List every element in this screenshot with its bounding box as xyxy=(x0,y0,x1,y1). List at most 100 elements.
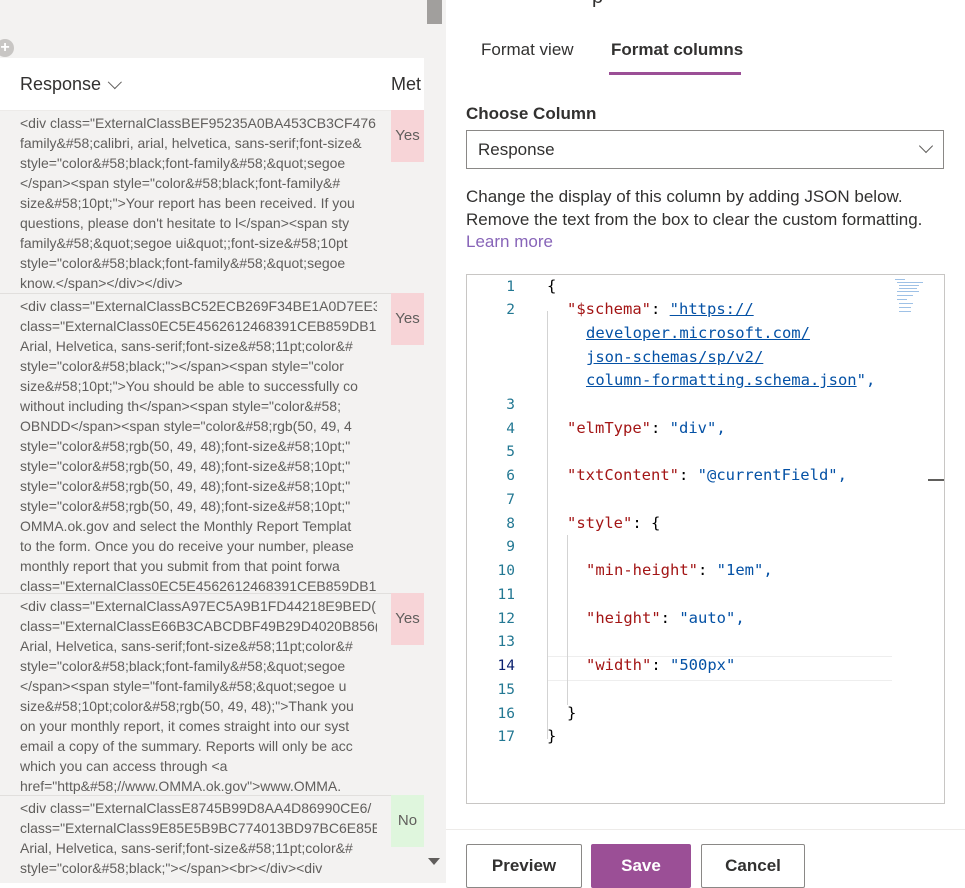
code-line: "height": "auto", xyxy=(586,609,745,627)
column-dropdown-value: Response xyxy=(478,140,555,159)
column-header-response[interactable]: Response xyxy=(20,74,122,95)
format-description: Change the display of this column by add… xyxy=(466,187,923,229)
line-number: 7 xyxy=(506,492,515,508)
response-text-line: <div class="ExternalClassBC52ECB269F34BE… xyxy=(20,298,377,314)
line-number: 13 xyxy=(497,634,515,650)
list-scroll-thumb[interactable] xyxy=(427,0,442,24)
response-text-line: Arial, Helvetica, sans-serif;font-size&#… xyxy=(20,638,353,654)
format-pane: p Format view Format columns Choose Colu… xyxy=(446,0,965,888)
choose-column-label: Choose Column xyxy=(466,104,597,123)
editor-minimap[interactable] xyxy=(891,277,931,317)
line-number: 4 xyxy=(506,421,515,437)
response-text-line: Arial, Helvetica, sans-serif;font-size&#… xyxy=(20,338,353,354)
indent-guide xyxy=(547,311,548,739)
response-text-line: class="ExternalClass0EC5E4562612468391CE… xyxy=(20,318,377,334)
tab-format-columns[interactable]: Format columns xyxy=(611,40,743,60)
save-button[interactable]: Save xyxy=(591,844,691,888)
line-number: 5 xyxy=(506,444,515,460)
line-number: 3 xyxy=(506,397,515,413)
code-line: "$schema": "https:// xyxy=(567,300,754,318)
response-text-line: style="color&#58;black;"></span><span st… xyxy=(20,358,344,374)
response-text-line: class="ExternalClass0EC5E4562612468391CE… xyxy=(20,578,377,592)
schema-url-link[interactable]: json-schemas/sp/v2/ xyxy=(586,348,763,366)
response-text-line: style="color&#58;rgb(50, 49, 48);font-si… xyxy=(20,438,351,454)
list-scrollbar[interactable] xyxy=(424,0,446,883)
response-text-line: size&#58;10pt;">Your report has been rec… xyxy=(20,195,355,211)
response-text-line: OMMA.ok.gov and select the Monthly Repor… xyxy=(20,518,352,534)
line-number: 6 xyxy=(506,468,515,484)
response-cell: <div class="ExternalClassA97EC5A9B1FD442… xyxy=(20,596,377,794)
response-text-line: monthly report that you submit from that… xyxy=(20,558,340,574)
response-text-line: style="color&#58;black;font-family&#58;&… xyxy=(20,155,346,171)
response-text-line: Arial, Helvetica, sans-serif;font-size&#… xyxy=(20,840,353,856)
response-text-line: style="color&#58;black;font-family&#58;&… xyxy=(20,658,346,674)
code-line: "elmType": "div", xyxy=(567,419,726,437)
cancel-button[interactable]: Cancel xyxy=(701,844,805,888)
list-row[interactable]: <div class="ExternalClassE8745B99D8AA4D8… xyxy=(0,795,424,883)
scroll-down-arrow-icon[interactable] xyxy=(428,858,440,865)
line-number: 12 xyxy=(497,611,515,627)
response-text-line: <div class="ExternalClassBEF95235A0BA453… xyxy=(20,115,376,131)
line-number: 1 xyxy=(506,279,515,295)
list-row[interactable]: <div class="ExternalClassBC52ECB269F34BE… xyxy=(0,293,424,594)
status-badge: Yes xyxy=(391,593,424,645)
response-text-line: email a copy of the summary. Reports wil… xyxy=(20,738,353,754)
response-cell: <div class="ExternalClassBEF95235A0BA453… xyxy=(20,113,377,292)
code-line: } xyxy=(547,727,557,745)
response-text-line: questions, please don't hesitate to l</s… xyxy=(20,215,350,231)
status-badge: Yes xyxy=(391,110,424,162)
response-text-line: which you can access through <a xyxy=(20,758,228,774)
response-text-line: </span><span style="color&#58;black;font… xyxy=(20,175,341,191)
indent-guide xyxy=(567,535,568,705)
response-text-line: style="color&#58;black;"></span><br></di… xyxy=(20,860,323,876)
response-text-line: <div class="ExternalClassA97EC5A9B1FD442… xyxy=(20,598,376,614)
schema-url-link[interactable]: "https:// xyxy=(670,300,754,318)
footer-divider xyxy=(446,829,965,830)
response-text-line: class="ExternalClass9E85E5B9BC774013BD97… xyxy=(20,820,377,836)
editor-scroll-marker xyxy=(928,479,944,481)
code-line: "txtContent": "@currentField", xyxy=(567,466,847,484)
list-column-header-row: Response Met xyxy=(0,58,424,111)
code-line: "min-height": "1em", xyxy=(586,561,773,579)
list-view-pane: + Response Met <div class="ExternalClass… xyxy=(0,0,446,883)
response-text-line: style="color&#58;rgb(50, 49, 48);font-si… xyxy=(20,458,351,474)
response-text-line: <div class="ExternalClassE8745B99D8AA4D8… xyxy=(20,800,372,816)
line-number: 8 xyxy=(506,516,515,532)
tab-format-view[interactable]: Format view xyxy=(481,40,574,60)
preview-button[interactable]: Preview xyxy=(466,844,582,888)
code-line: "width": "500px" xyxy=(586,656,736,674)
column-dropdown[interactable]: Response xyxy=(466,130,944,169)
line-number: 2 xyxy=(506,302,515,318)
active-tab-indicator xyxy=(609,72,741,75)
line-number: 15 xyxy=(497,682,515,698)
response-text-line: style="color&#58;black;font-family&#58;&… xyxy=(20,255,346,271)
schema-url-link[interactable]: column-formatting.schema.json xyxy=(586,371,857,389)
line-number: 17 xyxy=(497,729,515,745)
line-number: 9 xyxy=(506,539,515,555)
response-text-line: OBNDD</span><span style="color&#58;rgb(5… xyxy=(20,418,352,434)
response-cell: <div class="ExternalClassBC52ECB269F34BE… xyxy=(20,296,377,592)
response-text-line: </span><span style="font-family&#58;&quo… xyxy=(20,678,347,694)
response-text-line: class="ExternalClassE66B3CABCDBF49B29D40… xyxy=(20,618,377,634)
code-line: "style": { xyxy=(567,514,661,532)
list-row[interactable]: <div class="ExternalClassBEF95235A0BA453… xyxy=(0,110,424,294)
column-header-meta[interactable]: Met xyxy=(391,74,421,95)
list-row[interactable]: <div class="ExternalClassA97EC5A9B1FD442… xyxy=(0,593,424,796)
response-text-line: family&#58;&quot;segoe ui&quot;;font-siz… xyxy=(20,235,348,251)
line-number: 11 xyxy=(497,587,515,603)
response-text-line: on your monthly report, it comes straigh… xyxy=(20,718,350,734)
line-number: 16 xyxy=(497,706,515,722)
json-code-editor[interactable]: 1 2 3 4 5 6 7 8 9 10 11 12 13 14 15 16 17 { "$schema": "… xyxy=(466,274,945,804)
response-text-line: size&#58;10pt;color&#58;rgb(50, 49, 48);… xyxy=(20,698,354,714)
line-number: 14 xyxy=(497,658,515,674)
schema-url-link[interactable]: developer.microsoft.com/ xyxy=(586,324,810,342)
chevron-down-icon xyxy=(107,75,122,90)
code-line: } xyxy=(567,704,577,722)
response-text-line: family&#58;calibri, arial, helvetica, sa… xyxy=(20,135,362,151)
status-badge: No xyxy=(391,795,424,847)
line-number: 10 xyxy=(497,563,515,579)
list-command-strip xyxy=(0,0,424,58)
learn-more-link[interactable]: Learn more xyxy=(466,232,553,252)
code-line: json-schemas/sp/v2/ xyxy=(586,348,763,366)
response-cell: <div class="ExternalClassE8745B99D8AA4D8… xyxy=(20,798,377,882)
